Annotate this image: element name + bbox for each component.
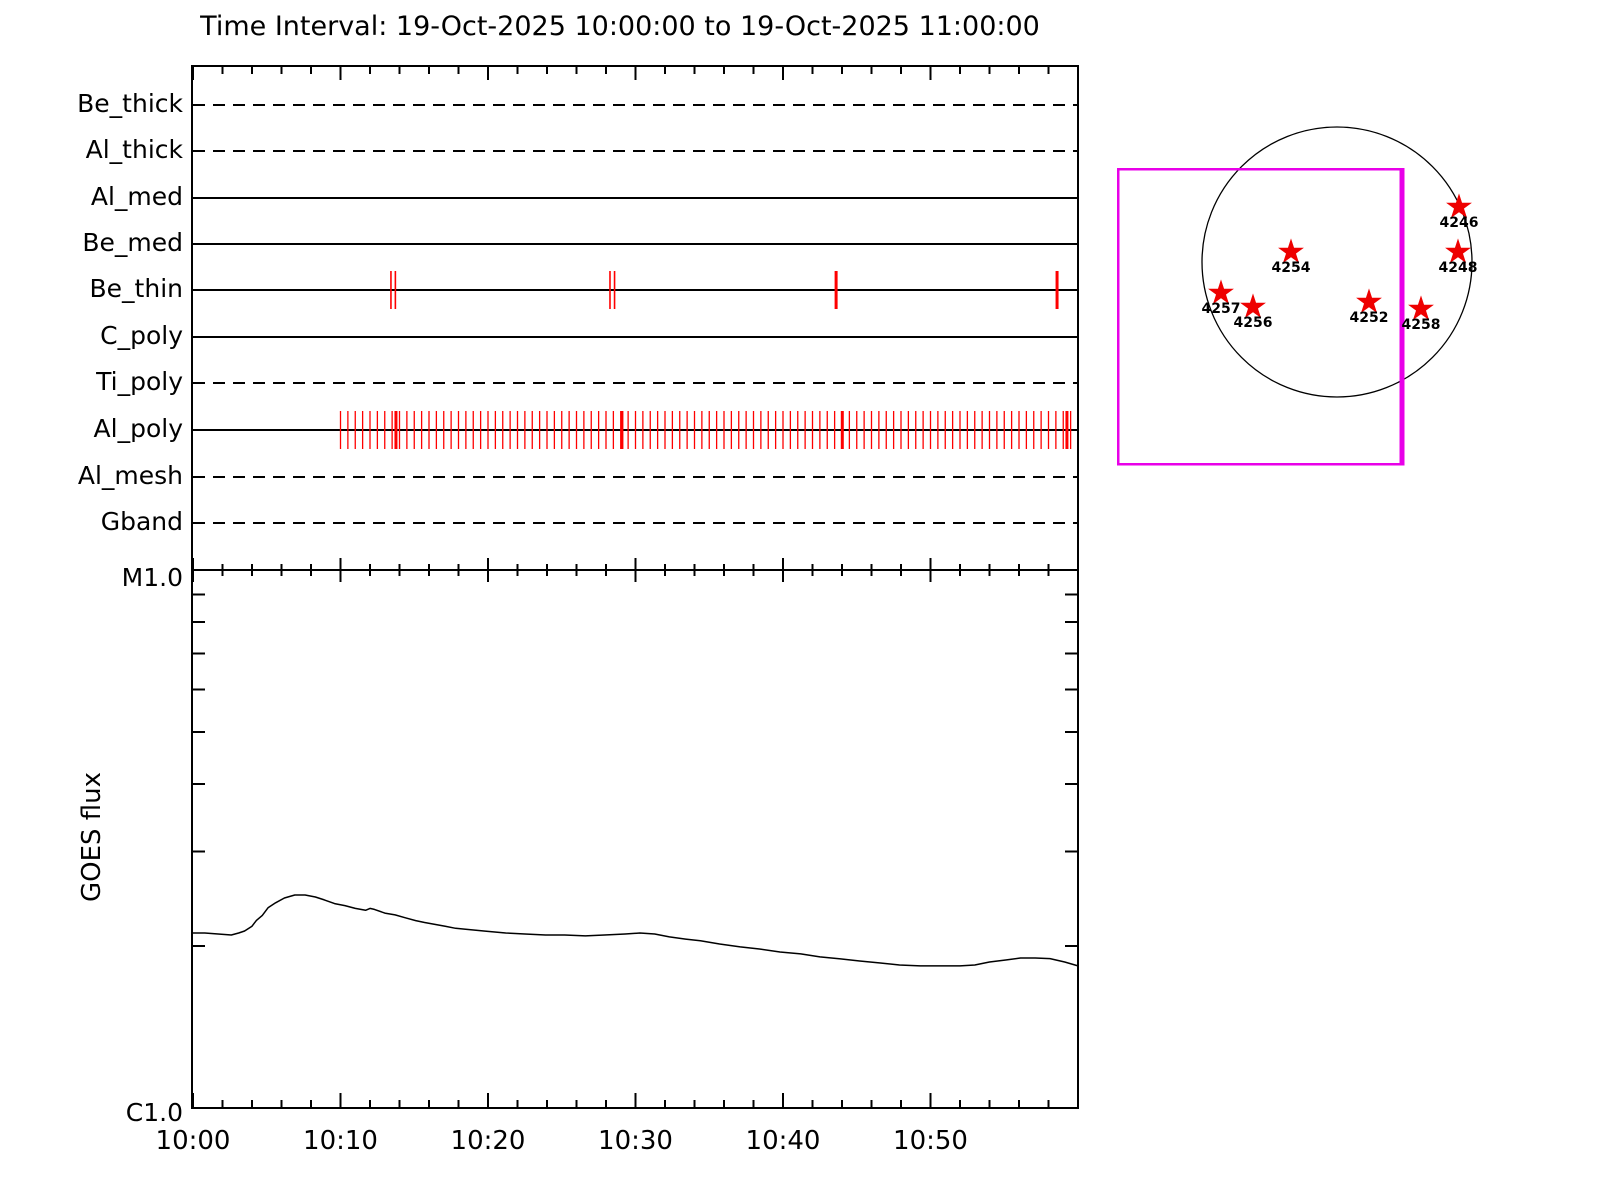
filter-label-be_med: Be_med — [82, 228, 183, 257]
time-label-10-20: 10:20 — [450, 1126, 526, 1156]
filter-label-al_poly: Al_poly — [93, 414, 183, 443]
filter-label-ti_poly: Ti_poly — [96, 367, 183, 396]
exposure-events — [339, 271, 1072, 449]
time-label-10-10: 10:10 — [303, 1126, 378, 1156]
filter-label-al_med: Al_med — [90, 182, 183, 211]
active-region-star-4254 — [1278, 238, 1304, 263]
active-region-label-4256: 4256 — [1233, 315, 1273, 331]
plot-drawing — [191, 65, 1473, 1109]
page-title: Time Interval: 19-Oct-2025 10:00:00 to 1… — [200, 11, 1040, 42]
goes-flux-curve — [192, 894, 1079, 967]
goes-panel — [191, 569, 1079, 1109]
time-label-10-30: 10:30 — [598, 1126, 673, 1156]
filter-label-al_thick: Al_thick — [85, 135, 183, 164]
time-label-10-40: 10:40 — [745, 1126, 821, 1156]
filter-label-c_poly: C_poly — [100, 321, 183, 350]
active-region-star-4246 — [1446, 193, 1472, 218]
active-region-star-4252 — [1356, 288, 1382, 313]
goes-y-min-label: C1.0 — [125, 1098, 183, 1127]
filter-label-al_mesh: Al_mesh — [77, 461, 183, 490]
active-region-star-4248 — [1445, 238, 1471, 263]
solar-activity-plot: Time Interval: 19-Oct-2025 10:00:00 to 1… — [0, 0, 1600, 1200]
active-region-label-4246: 4246 — [1439, 215, 1479, 231]
active-region-label-4258: 4258 — [1401, 317, 1441, 333]
time-label-10-50: 10:50 — [893, 1126, 968, 1156]
active-region-star-4258 — [1408, 295, 1434, 320]
goes-axis-title: GOES flux — [77, 771, 107, 903]
time-label-10-00: 10:00 — [155, 1126, 231, 1156]
timeline-frame — [191, 65, 1079, 571]
filter-label-be_thick: Be_thick — [77, 89, 183, 118]
filter-label-be_thin: Be_thin — [89, 274, 183, 303]
goes-axis-title-wrap: GOES flux — [62, 767, 122, 907]
filter-label-gband: Gband — [100, 507, 183, 536]
active-region-star-4257 — [1208, 279, 1234, 304]
goes-y-max-label: M1.0 — [121, 563, 183, 592]
solar-map — [1116, 126, 1473, 466]
goes-frame — [191, 569, 1079, 1109]
active-region-label-4248: 4248 — [1438, 260, 1478, 276]
active-region-label-4254: 4254 — [1271, 260, 1311, 276]
timeline-panel — [191, 65, 1079, 582]
